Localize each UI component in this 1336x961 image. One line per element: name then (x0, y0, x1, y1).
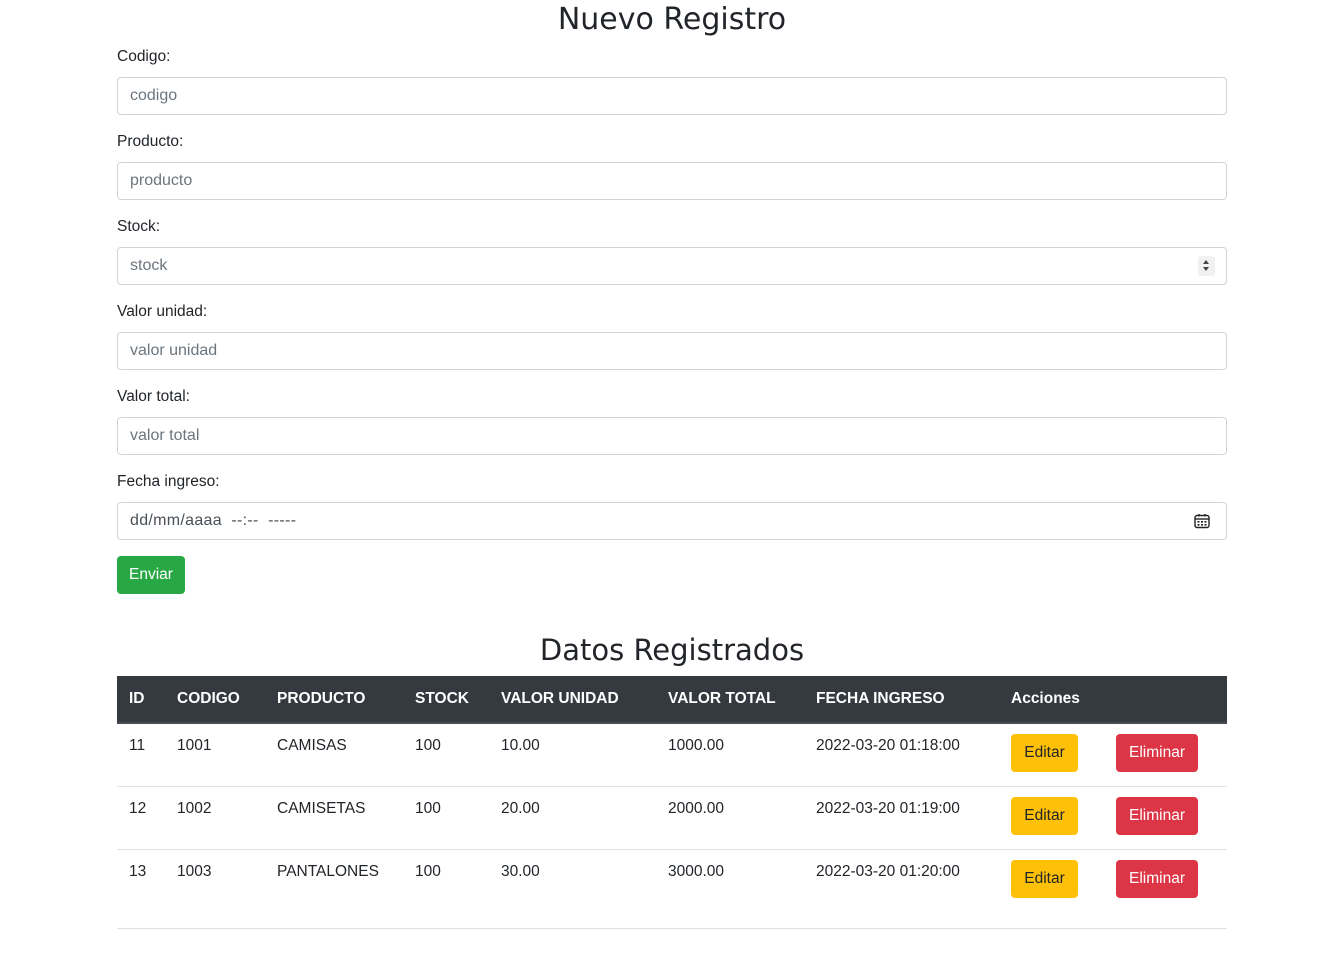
table-header-row: ID CODIGO PRODUCTO STOCK VALOR UNIDAD VA… (117, 676, 1227, 724)
cell-codigo: 1001 (165, 722, 265, 786)
cell-eliminar: Eliminar (1104, 785, 1227, 849)
editar-button[interactable]: Editar (1011, 859, 1078, 898)
cell-fecha: 2022-03-20 01:20:00 (804, 848, 999, 912)
cell-editar: Editar (999, 722, 1104, 786)
submit-row: Enviar (117, 556, 1227, 594)
cell-valor-total: 3000.00 (656, 848, 804, 912)
cell-codigo: 1003 (165, 848, 265, 912)
cell-editar: Editar (999, 848, 1104, 912)
producto-placeholder: producto (130, 172, 193, 189)
cell-valor-total: 1000.00 (656, 722, 804, 786)
stock-group: Stock: stock (117, 217, 1227, 285)
cell-id: 12 (117, 785, 165, 849)
valor-total-input[interactable]: valor total (117, 417, 1227, 455)
cell-valor-unidad: 30.00 (489, 848, 656, 912)
stock-label: Stock: (117, 218, 161, 235)
cell-stock: 100 (403, 722, 489, 786)
codigo-label: Codigo: (117, 48, 171, 65)
table-row: 11 1001 CAMISAS 100 10.00 1000.00 2022-0… (117, 722, 1227, 786)
fecha-ingreso-placeholder: dd/mm/aaaa --:-- ----- (130, 512, 297, 529)
header-empty (1104, 676, 1227, 724)
cell-valor-unidad: 10.00 (489, 722, 656, 786)
fecha-ingreso-label: Fecha ingreso: (117, 473, 220, 490)
cell-id: 11 (117, 722, 165, 786)
header-id: ID (117, 676, 165, 724)
cell-eliminar: Eliminar (1104, 722, 1227, 786)
new-record-form: Codigo: codigo Producto: producto Stock:… (117, 47, 1227, 594)
valor-total-group: Valor total: valor total (117, 387, 1227, 455)
spinner-arrows-icon[interactable] (1198, 256, 1215, 276)
codigo-placeholder: codigo (130, 87, 178, 104)
records-table: ID CODIGO PRODUCTO STOCK VALOR UNIDAD VA… (117, 676, 1227, 912)
valor-unidad-input[interactable]: valor unidad (117, 332, 1227, 370)
valor-total-placeholder: valor total (130, 427, 200, 444)
codigo-group: Codigo: codigo (117, 47, 1227, 115)
table-title: Datos Registrados (539, 633, 805, 667)
codigo-input[interactable]: codigo (117, 77, 1227, 115)
enviar-button[interactable]: Enviar (117, 556, 185, 594)
cell-editar: Editar (999, 785, 1104, 849)
cell-valor-unidad: 20.00 (489, 785, 656, 849)
cell-stock: 100 (403, 785, 489, 849)
fecha-ingreso-input[interactable]: dd/mm/aaaa --:-- ----- (117, 502, 1227, 540)
table-row: 12 1002 CAMISETAS 100 20.00 2000.00 2022… (117, 785, 1227, 849)
header-valor-unidad: VALOR UNIDAD (489, 676, 656, 724)
stock-input[interactable]: stock (117, 247, 1227, 285)
valor-unidad-placeholder: valor unidad (130, 342, 218, 359)
calendar-icon[interactable] (1194, 513, 1210, 529)
table-bottom-divider (117, 928, 1227, 929)
header-stock: STOCK (403, 676, 489, 724)
valor-unidad-group: Valor unidad: valor unidad (117, 302, 1227, 370)
header-acciones: Acciones (999, 676, 1104, 724)
editar-button[interactable]: Editar (1011, 796, 1078, 835)
cell-producto: CAMISAS (265, 722, 403, 786)
header-codigo: CODIGO (165, 676, 265, 724)
valor-total-label: Valor total: (117, 388, 190, 405)
eliminar-button[interactable]: Eliminar (1116, 734, 1198, 772)
cell-eliminar: Eliminar (1104, 848, 1227, 912)
cell-fecha: 2022-03-20 01:18:00 (804, 722, 999, 786)
eliminar-button[interactable]: Eliminar (1116, 859, 1198, 898)
header-fecha-ingreso: FECHA INGRESO (804, 676, 999, 724)
fecha-ingreso-group: Fecha ingreso: dd/mm/aaaa --:-- ----- (117, 472, 1227, 540)
cell-producto: PANTALONES (265, 848, 403, 912)
valor-unidad-label: Valor unidad: (117, 303, 208, 320)
stock-placeholder: stock (130, 257, 168, 274)
producto-group: Producto: producto (117, 132, 1227, 200)
form-title: Nuevo Registro (557, 2, 787, 37)
cell-valor-total: 2000.00 (656, 785, 804, 849)
page-container: Nuevo Registro Codigo: codigo Producto: … (117, 0, 1227, 929)
cell-fecha: 2022-03-20 01:19:00 (804, 785, 999, 849)
producto-label: Producto: (117, 133, 184, 150)
table-row: 13 1003 PANTALONES 100 30.00 3000.00 202… (117, 848, 1227, 912)
eliminar-button[interactable]: Eliminar (1116, 796, 1198, 835)
header-valor-total: VALOR TOTAL (656, 676, 804, 724)
editar-button[interactable]: Editar (1011, 734, 1078, 772)
cell-codigo: 1002 (165, 785, 265, 849)
header-producto: PRODUCTO (265, 676, 403, 724)
cell-id: 13 (117, 848, 165, 912)
producto-input[interactable]: producto (117, 162, 1227, 200)
cell-producto: CAMISETAS (265, 785, 403, 849)
cell-stock: 100 (403, 848, 489, 912)
